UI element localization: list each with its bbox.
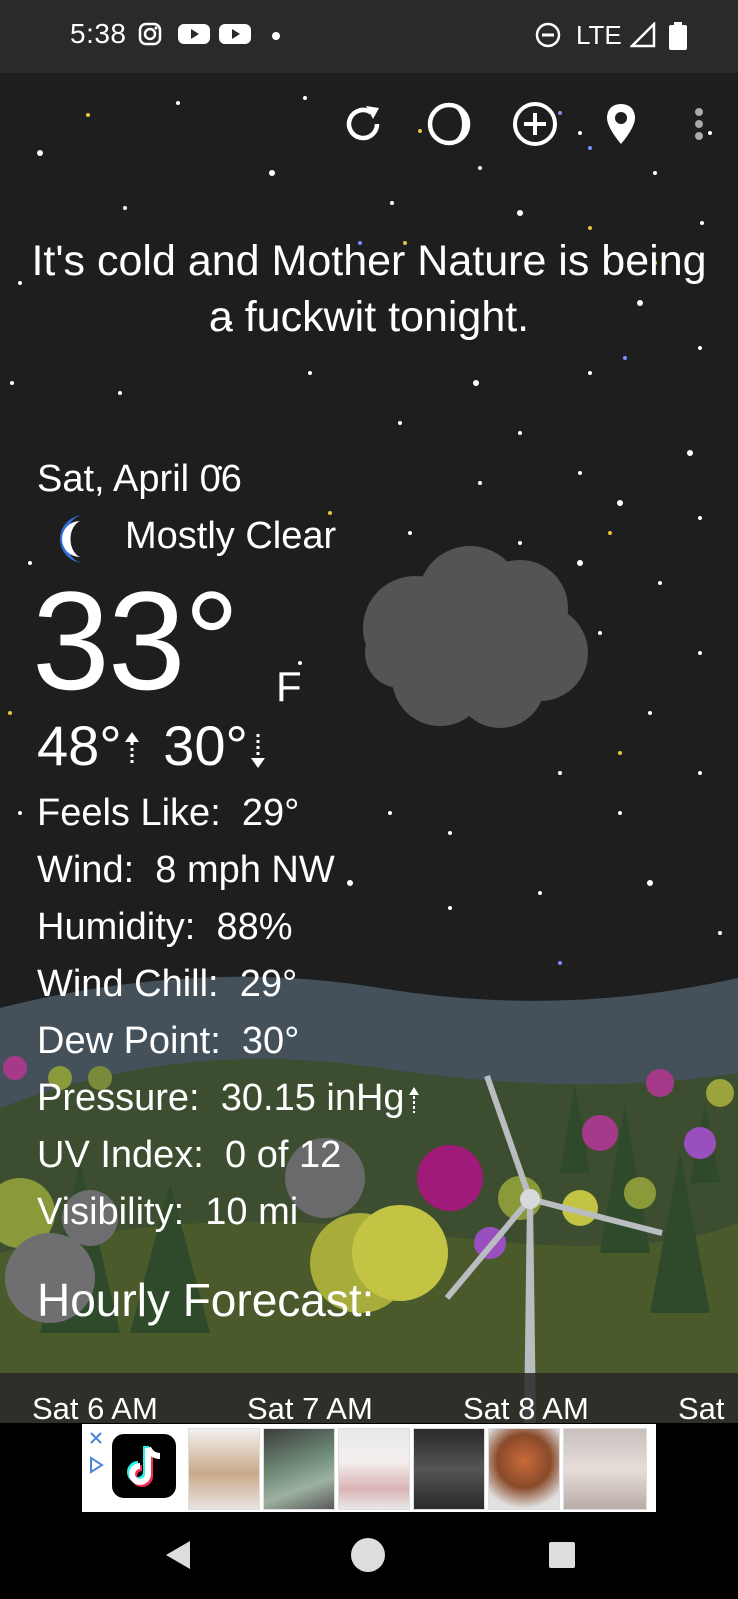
hourly-forecast-title: Hourly Forecast: — [37, 1274, 375, 1326]
moon-icon — [60, 515, 84, 563]
hourly-item[interactable]: Sat 7 AM — [247, 1391, 373, 1423]
hourly-item[interactable]: Sat 8 AM — [463, 1391, 589, 1423]
humidity-row: Humidity: 88% — [37, 906, 293, 948]
arrow-up-icon — [124, 732, 139, 767]
temperature-unit: F — [276, 663, 302, 710]
location-button[interactable] — [594, 97, 648, 151]
low-temp: 30° — [163, 714, 248, 777]
ad-product-image[interactable] — [488, 1428, 560, 1510]
hourly-item[interactable]: Sat — [678, 1391, 725, 1423]
dot-icon — [272, 32, 280, 40]
network-type: LTE — [576, 20, 622, 50]
add-location-button[interactable] — [508, 97, 562, 151]
arrow-down-icon — [250, 734, 265, 769]
feels-like-row: Feels Like: 29° — [37, 792, 300, 834]
wind-row: Wind: 8 mph NW — [37, 849, 335, 891]
battery-icon — [669, 22, 687, 50]
weather-headline: It's cold and Mother Nature is being a f… — [31, 237, 707, 341]
youtube-icon — [219, 24, 251, 44]
visibility-row: Visibility: 10 mi — [37, 1191, 299, 1233]
dew-point-row: Dew Point: 30° — [37, 1020, 300, 1062]
theme-button[interactable] — [422, 97, 476, 151]
current-condition: Mostly Clear — [125, 515, 337, 557]
ad-banner[interactable] — [82, 1424, 656, 1512]
add-location-icon — [513, 102, 557, 146]
tiktok-icon — [127, 1446, 161, 1487]
ad-product-image[interactable] — [188, 1428, 260, 1510]
high-low: 48° 30° — [37, 713, 268, 778]
overflow-menu-button[interactable] — [672, 97, 726, 151]
current-date: Sat, April 06 — [37, 458, 242, 500]
navigation-bar — [0, 1512, 738, 1599]
ad-product-image[interactable] — [413, 1428, 485, 1510]
ad-product-image[interactable] — [263, 1428, 335, 1510]
weather-main: It's cold and Mother Nature is being a f… — [0, 73, 738, 1423]
location-pin-icon — [607, 104, 635, 144]
ad-product-image[interactable] — [338, 1428, 410, 1510]
status-bar: 5:38 LTE — [0, 0, 738, 73]
current-temperature: 33° — [32, 562, 240, 719]
wind-chill-row: Wind Chill: 29° — [37, 963, 298, 1005]
uv-index-row: UV Index: 0 of 12 — [37, 1134, 342, 1176]
theme-icon — [427, 102, 471, 146]
signal-icon — [630, 22, 656, 48]
ad-choices-icon[interactable] — [88, 1456, 104, 1474]
do-not-disturb-icon — [535, 22, 561, 48]
hourly-forecast-strip[interactable]: Sat 6 AM Sat 7 AM Sat 8 AM Sat — [0, 1373, 738, 1423]
recents-icon[interactable] — [547, 1540, 577, 1570]
refresh-button[interactable] — [336, 97, 390, 151]
weather-details: Feels Like: 29° Wind: 8 mph NW Humidity:… — [37, 785, 421, 1241]
back-icon[interactable] — [160, 1537, 196, 1573]
youtube-icon — [178, 24, 210, 44]
instagram-icon — [138, 22, 162, 46]
status-time: 5:38 — [70, 18, 127, 49]
close-ad-icon[interactable] — [88, 1430, 104, 1446]
overflow-menu-icon — [695, 108, 703, 140]
home-icon[interactable] — [350, 1537, 386, 1573]
ad-product-image[interactable] — [563, 1428, 647, 1510]
high-temp: 48° — [37, 714, 122, 777]
tiktok-logo[interactable] — [112, 1434, 176, 1498]
pressure-rising-icon — [408, 1086, 419, 1113]
pressure-row: Pressure: 30.15 inHg — [37, 1070, 421, 1127]
refresh-icon — [346, 106, 380, 141]
hourly-item[interactable]: Sat 6 AM — [32, 1391, 158, 1423]
